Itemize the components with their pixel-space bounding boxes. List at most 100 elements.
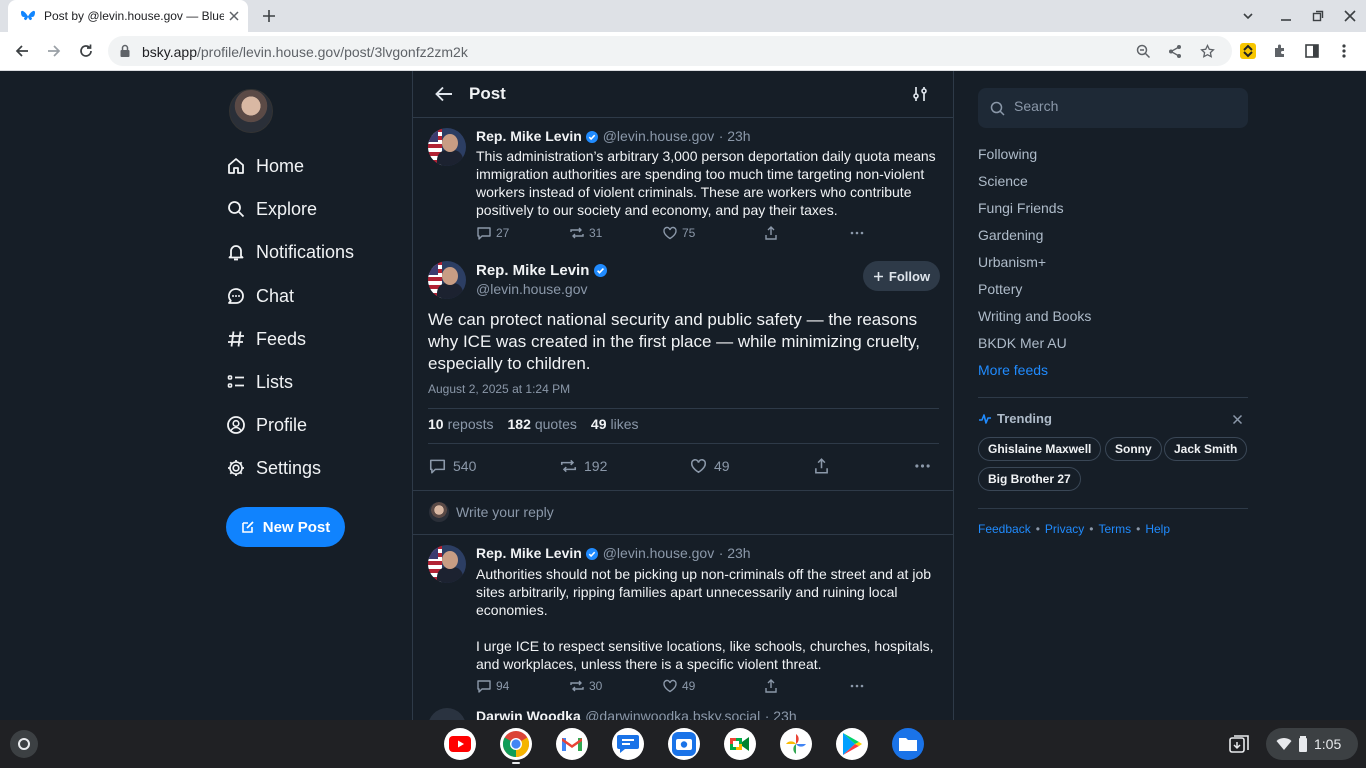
nav-home[interactable]: Home — [226, 151, 304, 181]
tote-icon[interactable] — [1228, 733, 1250, 755]
footer-help[interactable]: Help — [1145, 522, 1170, 536]
extension-honey-icon[interactable] — [1240, 43, 1256, 59]
address-bar[interactable]: bsky.app/profile/levin.house.gov/post/3l… — [108, 36, 1232, 66]
feed-link-fungi-friends[interactable]: Fungi Friends — [978, 200, 1064, 216]
repost-button[interactable]: 30 — [569, 678, 602, 694]
author-handle[interactable]: @darwinwoodka.bsky.social — [585, 708, 760, 720]
author-avatar[interactable] — [428, 128, 466, 166]
nav-profile[interactable]: Profile — [226, 410, 307, 440]
verified-badge-icon — [593, 264, 607, 277]
feed-link-science[interactable]: Science — [978, 173, 1028, 189]
nav-settings[interactable]: Settings — [226, 453, 321, 483]
gmail-icon[interactable] — [556, 728, 588, 760]
like-button[interactable]: 75 — [662, 225, 695, 241]
author-name[interactable]: Rep. Mike Levin — [476, 545, 582, 561]
share-post-button[interactable] — [763, 678, 783, 694]
main-post-author-row: Rep. Mike Levin — [476, 262, 607, 280]
nav-explore[interactable]: Explore — [226, 194, 317, 224]
nav-chat[interactable]: Chat — [226, 281, 294, 311]
footer-privacy[interactable]: Privacy — [1045, 522, 1084, 536]
close-window-icon[interactable] — [1343, 9, 1357, 23]
more-options-button[interactable] — [913, 457, 938, 475]
nav-feeds[interactable]: Feeds — [226, 324, 306, 354]
quotes-stat[interactable]: 182 quotes — [508, 416, 577, 432]
feed-link-following[interactable]: Following — [978, 146, 1037, 162]
new-tab-icon[interactable] — [262, 9, 276, 23]
files-icon[interactable] — [892, 728, 924, 760]
extensions-puzzle-icon[interactable] — [1272, 43, 1288, 59]
like-button[interactable]: 49 — [689, 457, 730, 475]
author-name[interactable]: Rep. Mike Levin — [476, 128, 582, 144]
author-name[interactable]: Darwin Woodka — [476, 708, 581, 720]
tab-search-icon[interactable] — [1241, 9, 1255, 23]
author-handle[interactable]: @levin.house.gov — [603, 545, 715, 561]
nav-profile-label: Profile — [256, 414, 308, 435]
browser-tab[interactable]: Post by @levin.house.gov — Bluesky — [8, 0, 248, 32]
author-avatar[interactable] — [428, 708, 466, 720]
new-post-button[interactable]: New Post — [226, 507, 345, 547]
share-icon[interactable] — [1168, 44, 1183, 59]
system-tray[interactable]: 1:05 — [1266, 728, 1358, 760]
likes-stat[interactable]: 49 likes — [591, 416, 639, 432]
reply-button[interactable]: 94 — [476, 678, 509, 694]
side-panel-icon[interactable] — [1304, 43, 1320, 59]
close-trending-icon[interactable] — [1232, 414, 1243, 425]
reply-button[interactable]: 27 — [476, 225, 509, 241]
share-post-button[interactable] — [812, 457, 837, 475]
search-box[interactable] — [978, 88, 1248, 128]
repost-button[interactable]: 31 — [569, 225, 602, 241]
trending-chip[interactable]: Sonny — [1105, 437, 1162, 461]
more-feeds-link[interactable]: More feeds — [978, 362, 1048, 378]
user-avatar[interactable] — [229, 89, 273, 133]
restore-icon[interactable] — [1311, 9, 1325, 23]
search-input[interactable] — [1014, 98, 1234, 114]
follow-button[interactable]: Follow — [863, 261, 940, 291]
trending-chip[interactable]: Big Brother 27 — [978, 467, 1081, 491]
zoom-icon[interactable] — [1136, 44, 1151, 59]
meet-icon[interactable] — [724, 728, 756, 760]
nav-lists[interactable]: Lists — [226, 367, 293, 397]
author-avatar[interactable] — [428, 545, 466, 583]
nav-notifications[interactable]: Notifications — [226, 237, 354, 267]
repost-button[interactable]: 192 — [559, 457, 607, 475]
trending-chip[interactable]: Jack Smith — [1164, 437, 1248, 461]
author-avatar[interactable] — [428, 261, 466, 299]
like-button[interactable]: 49 — [662, 678, 695, 694]
back-icon[interactable] — [14, 43, 30, 59]
photos-icon[interactable] — [780, 728, 812, 760]
browser-menu-icon[interactable] — [1336, 43, 1352, 59]
feed-link-bkdk-mer-au[interactable]: BKDK Mer AU — [978, 335, 1067, 351]
ellipsis-icon — [850, 684, 864, 688]
more-options-button[interactable] — [849, 678, 869, 694]
author-name[interactable]: Rep. Mike Levin — [476, 262, 589, 279]
feed-link-writing-and-books[interactable]: Writing and Books — [978, 308, 1091, 324]
thread-settings-icon[interactable] — [911, 85, 929, 103]
camera-icon[interactable] — [668, 728, 700, 760]
author-handle[interactable]: @levin.house.gov — [476, 281, 588, 297]
trending-chip[interactable]: Ghislaine Maxwell — [978, 437, 1102, 461]
chrome-icon[interactable] — [500, 728, 532, 760]
bluesky-butterfly-icon — [20, 8, 36, 24]
feed-link-gardening[interactable]: Gardening — [978, 227, 1043, 243]
footer-terms[interactable]: Terms — [1098, 522, 1131, 536]
youtube-icon[interactable] — [444, 728, 476, 760]
reply-button[interactable]: 540 — [428, 457, 476, 475]
reload-icon[interactable] — [78, 43, 94, 59]
feed-link-urbanism[interactable]: Urbanism+ — [978, 254, 1046, 270]
feed-link-pottery[interactable]: Pottery — [978, 281, 1022, 297]
author-handle[interactable]: @levin.house.gov — [603, 128, 715, 144]
minimize-icon[interactable] — [1279, 9, 1293, 23]
lock-icon[interactable] — [119, 44, 131, 58]
messages-icon[interactable] — [612, 728, 644, 760]
footer-feedback[interactable]: Feedback — [978, 522, 1031, 536]
reply-composer[interactable]: Write your reply — [413, 491, 953, 535]
forward-icon[interactable] — [46, 43, 62, 59]
back-arrow-icon[interactable] — [434, 85, 454, 103]
bookmark-star-icon[interactable] — [1200, 44, 1215, 59]
launcher-icon[interactable] — [10, 730, 38, 758]
close-tab-icon[interactable] — [228, 10, 240, 22]
play-store-icon[interactable] — [836, 728, 868, 760]
reposts-stat[interactable]: 10 reposts — [428, 416, 494, 432]
share-post-button[interactable] — [763, 225, 783, 241]
more-options-button[interactable] — [849, 225, 869, 241]
